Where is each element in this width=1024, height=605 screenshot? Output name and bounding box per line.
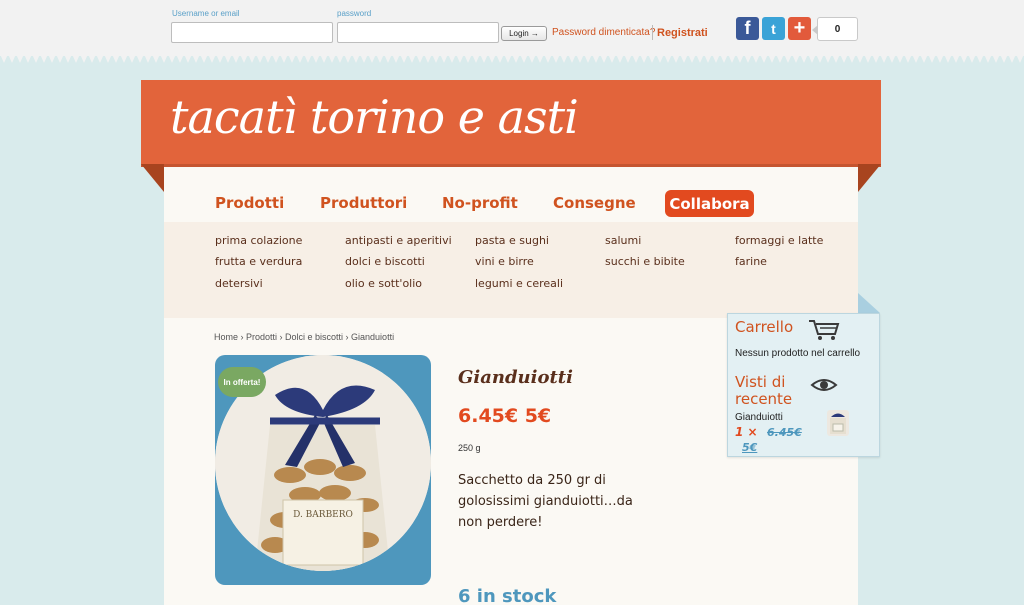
site-title[interactable]: tacatì torino e asti <box>170 90 579 144</box>
cart-tab-fold <box>858 293 880 313</box>
stock-status: 6 in stock <box>458 586 557 605</box>
recent-item-old-price: 6.45€ <box>767 426 802 439</box>
category-link[interactable]: legumi e cereali <box>475 277 563 290</box>
cart-icon[interactable] <box>808 319 840 341</box>
password-input[interactable] <box>337 22 499 43</box>
forgot-password-link[interactable]: Password dimenticata? <box>552 27 655 38</box>
recent-item-name[interactable]: Gianduiotti <box>735 412 783 423</box>
recent-item-thumbnail[interactable] <box>827 410 849 436</box>
category-link[interactable]: olio e sott'olio <box>345 277 422 290</box>
category-link[interactable]: pasta e sughi <box>475 234 549 247</box>
category-link[interactable]: dolci e biscotti <box>345 255 425 268</box>
product-label-text: D. BARBERO <box>293 510 353 520</box>
product-description: Sacchetto da 250 gr di golosissimi giand… <box>458 473 633 530</box>
category-link[interactable]: formaggi e latte <box>735 234 823 247</box>
nav-collabora[interactable]: Collabora <box>665 190 754 217</box>
category-link[interactable]: vini e birre <box>475 255 534 268</box>
recent-item-qty: 1 × <box>735 425 758 439</box>
login-button[interactable]: Login → <box>501 26 547 41</box>
eye-icon <box>810 379 838 391</box>
nav-produttori[interactable]: Produttori <box>320 194 407 212</box>
username-input[interactable] <box>171 22 333 43</box>
nav-prodotti[interactable]: Prodotti <box>215 194 284 212</box>
cart-empty-text: Nessun prodotto nel carrello <box>735 348 861 359</box>
username-label: Username or email <box>172 9 240 18</box>
category-link[interactable]: detersivi <box>215 277 263 290</box>
recently-viewed-title: Visti di recente <box>735 373 793 408</box>
share-count: 0 <box>812 17 858 41</box>
banner-fold-right <box>858 164 881 192</box>
category-link[interactable]: succhi e bibite <box>605 255 685 268</box>
recent-item-new-price: 5€ <box>742 441 758 454</box>
category-link[interactable]: salumi <box>605 234 641 247</box>
category-link[interactable]: farine <box>735 255 767 268</box>
category-link[interactable]: antipasti e aperitivi <box>345 234 452 247</box>
zigzag-divider <box>0 54 1024 63</box>
password-label: password <box>337 9 372 18</box>
nav-no-profit[interactable]: No-profit <box>442 194 518 212</box>
register-link[interactable]: Registrati <box>657 27 708 39</box>
facebook-icon[interactable]: f <box>736 17 759 40</box>
category-link[interactable]: frutta e verdura <box>215 255 302 268</box>
category-link[interactable]: prima colazione <box>215 234 302 247</box>
product-name: Gianduiotti <box>458 367 573 388</box>
cart-title: Carrello <box>735 318 794 336</box>
divider <box>652 25 653 40</box>
nav-consegne[interactable]: Consegne <box>553 194 636 212</box>
share-plus-icon[interactable]: + <box>788 17 811 40</box>
product-price: 6.45€ 5€ <box>458 405 552 427</box>
banner-fold-left <box>141 164 164 192</box>
breadcrumb[interactable]: Home › Prodotti › Dolci e biscotti › Gia… <box>214 332 394 342</box>
product-weight: 250 g <box>458 443 481 453</box>
offer-badge: In offerta! <box>218 367 266 397</box>
twitter-icon[interactable]: t <box>762 17 785 40</box>
